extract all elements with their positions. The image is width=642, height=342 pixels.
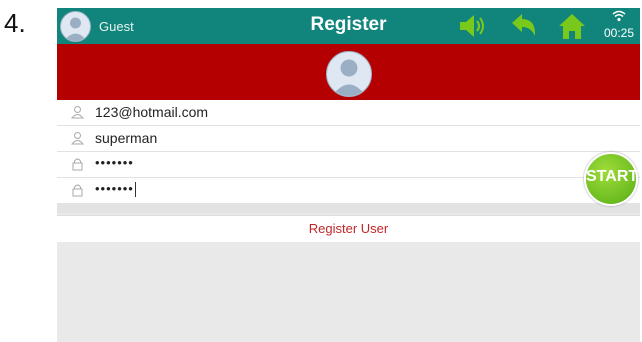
register-form: 123@hotmail.com superman ••••••• ••••••• xyxy=(57,100,640,213)
lock-icon xyxy=(72,184,83,197)
start-label: START xyxy=(586,168,639,185)
confirm-password-value: ••••••• xyxy=(95,181,134,196)
top-bar: Guest Register 00:25 xyxy=(57,8,640,44)
password-field[interactable]: ••••••• xyxy=(57,152,640,178)
form-divider xyxy=(57,204,640,213)
user-icon xyxy=(71,106,84,119)
page-title: Register xyxy=(310,14,387,35)
text-caret xyxy=(134,182,136,198)
speaker-icon[interactable] xyxy=(457,12,487,40)
start-button[interactable]: START xyxy=(584,152,638,206)
home-icon[interactable] xyxy=(557,12,587,40)
user-icon xyxy=(71,132,84,145)
app-screen: Guest Register 00:25 123@hotmail.com sup… xyxy=(57,8,640,342)
register-user-label: Register User xyxy=(308,221,389,236)
profile-avatar-icon[interactable] xyxy=(326,51,372,97)
register-user-button[interactable]: Register User xyxy=(57,215,640,242)
status-area: 00:25 xyxy=(594,10,634,42)
username-field[interactable]: superman xyxy=(57,126,640,152)
wifi-icon xyxy=(612,10,626,22)
step-number: 4. xyxy=(4,8,26,38)
profile-banner xyxy=(57,44,640,100)
lock-icon xyxy=(72,158,83,171)
email-value: 123@hotmail.com xyxy=(95,104,209,120)
confirm-password-field[interactable]: ••••••• xyxy=(57,178,640,204)
email-field[interactable]: 123@hotmail.com xyxy=(57,100,640,126)
back-icon[interactable] xyxy=(509,12,539,40)
password-value: ••••••• xyxy=(95,155,134,170)
username-value: superman xyxy=(95,130,158,146)
clock-time: 00:25 xyxy=(603,26,634,40)
